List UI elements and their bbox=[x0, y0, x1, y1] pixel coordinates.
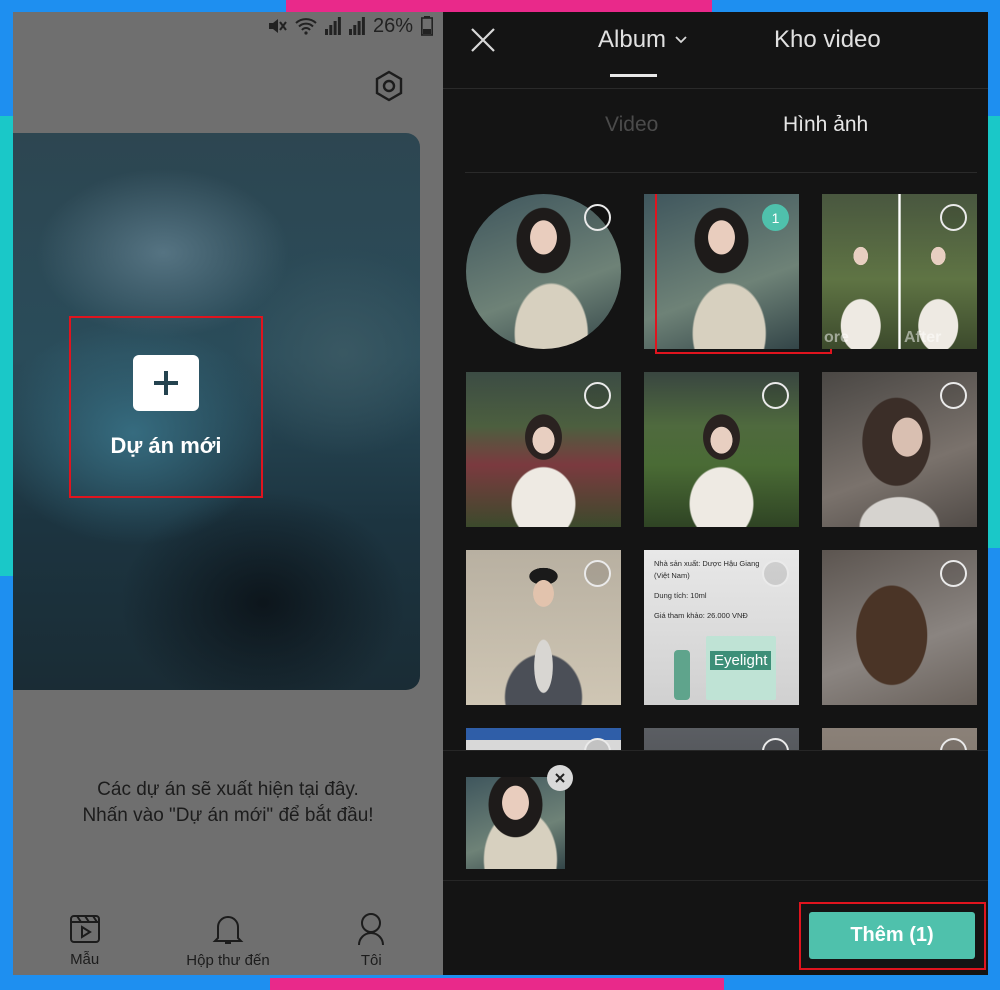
frame-pink-top bbox=[286, 0, 712, 12]
divider bbox=[465, 172, 977, 173]
bell-icon bbox=[212, 915, 244, 944]
settings-hex-icon bbox=[375, 70, 403, 102]
media-item[interactable] bbox=[644, 728, 799, 750]
media-item[interactable]: Nhà sản xuất: Dược Hậu Giang (Việt Nam) … bbox=[644, 550, 799, 705]
bottom-navigation: Mẫu Hộp thư đến Tôi bbox=[13, 905, 443, 975]
remove-selected-button[interactable] bbox=[547, 765, 573, 791]
select-circle[interactable] bbox=[584, 382, 611, 409]
doc-line: Giá tham khảo: 26.000 VNĐ bbox=[654, 611, 748, 620]
battery-icon bbox=[421, 16, 433, 36]
thumbnail-overlay-text-before: ore bbox=[824, 329, 849, 346]
frame-cyan-left bbox=[0, 116, 13, 576]
tab-stock-video[interactable]: Kho video bbox=[774, 26, 881, 54]
template-play-icon bbox=[69, 914, 100, 943]
media-item[interactable] bbox=[466, 372, 621, 527]
empty-state-line-1: Các dự án sẽ xuất hiện tại đây. bbox=[97, 779, 359, 800]
media-item[interactable] bbox=[822, 728, 977, 750]
home-screen: 26% Dự án mới Các dự án sẽ xuất hiện tại… bbox=[13, 12, 443, 975]
divider bbox=[443, 88, 988, 89]
new-project-button[interactable]: Dự án mới bbox=[69, 316, 263, 498]
add-button[interactable]: Thêm (1) bbox=[809, 912, 975, 959]
media-item[interactable] bbox=[466, 194, 621, 349]
user-icon bbox=[358, 912, 385, 945]
selected-badge[interactable]: 1 bbox=[762, 204, 789, 231]
thumbnail-overlay-text-after: After bbox=[904, 329, 942, 346]
empty-state-line-2: Nhấn vào "Dự án mới" để bắt đầu! bbox=[82, 805, 374, 826]
nav-label-inbox: Hộp thư đến bbox=[186, 951, 270, 969]
mute-icon bbox=[268, 19, 287, 33]
nav-item-me[interactable]: Tôi bbox=[301, 912, 441, 969]
chevron-down-icon bbox=[675, 36, 687, 44]
status-bar: 26% bbox=[267, 12, 433, 40]
media-picker-screen: Album Kho video Video Hình ảnh 1 ore Aft… bbox=[443, 12, 988, 975]
media-item-selected[interactable]: 1 bbox=[644, 194, 799, 349]
media-item[interactable]: ore After bbox=[822, 194, 977, 349]
nav-label-templates: Mẫu bbox=[70, 950, 100, 968]
thumbnail-document-text: Nhà sản xuất: Dược Hậu Giang (Việt Nam) … bbox=[654, 558, 772, 630]
media-item[interactable] bbox=[466, 728, 621, 750]
frame-cyan-right bbox=[988, 116, 1000, 548]
doc-line: Nhà sản xuất: Dược Hậu Giang (Việt Nam) bbox=[654, 559, 760, 580]
active-tab-indicator bbox=[610, 74, 657, 77]
select-circle[interactable] bbox=[940, 204, 967, 231]
product-brand: Eyelight bbox=[710, 651, 772, 670]
new-project-label: Dự án mới bbox=[110, 433, 222, 458]
close-icon[interactable] bbox=[469, 26, 497, 54]
tab-album[interactable]: Album bbox=[598, 26, 688, 54]
empty-state-text: Các dự án sẽ xuất hiện tại đây. Nhấn vào… bbox=[13, 777, 443, 829]
media-grid: 1 ore After Nhà sản xuất: Dược Hậu Giang… bbox=[466, 194, 978, 750]
nav-label-me: Tôi bbox=[360, 951, 382, 969]
select-circle[interactable] bbox=[584, 560, 611, 587]
wifi-icon bbox=[295, 18, 317, 35]
divider bbox=[443, 880, 988, 881]
settings-button[interactable] bbox=[371, 68, 407, 104]
product-bottle bbox=[674, 650, 690, 700]
plus-icon bbox=[133, 355, 199, 411]
selected-media-tray bbox=[443, 750, 988, 880]
media-item[interactable] bbox=[644, 372, 799, 527]
select-circle[interactable] bbox=[584, 204, 611, 231]
new-project-card: Dự án mới bbox=[13, 133, 420, 690]
doc-line: Dung tích: 10ml bbox=[654, 591, 707, 600]
frame-pink-bottom bbox=[270, 978, 724, 990]
media-item[interactable] bbox=[822, 550, 977, 705]
tab-stock-video-label: Kho video bbox=[774, 26, 881, 53]
select-circle[interactable] bbox=[762, 382, 789, 409]
media-item[interactable] bbox=[466, 550, 621, 705]
tab-album-label: Album bbox=[598, 26, 667, 53]
screenshot-frame: 26% Dự án mới Các dự án sẽ xuất hiện tại… bbox=[0, 0, 1000, 990]
select-circle[interactable] bbox=[940, 382, 967, 409]
select-circle[interactable] bbox=[762, 560, 789, 587]
nav-item-templates[interactable]: Mẫu bbox=[15, 913, 155, 968]
close-icon bbox=[555, 773, 565, 783]
nav-item-inbox[interactable]: Hộp thư đến bbox=[158, 912, 298, 969]
subtab-photo[interactable]: Hình ảnh bbox=[783, 113, 868, 137]
battery-percent: 26% bbox=[372, 14, 413, 37]
subtab-video[interactable]: Video bbox=[605, 113, 658, 137]
selected-thumbnail[interactable] bbox=[466, 777, 565, 869]
signal-icon bbox=[348, 17, 365, 35]
signal-icon bbox=[324, 17, 341, 35]
media-item[interactable] bbox=[822, 372, 977, 527]
select-circle[interactable] bbox=[940, 560, 967, 587]
